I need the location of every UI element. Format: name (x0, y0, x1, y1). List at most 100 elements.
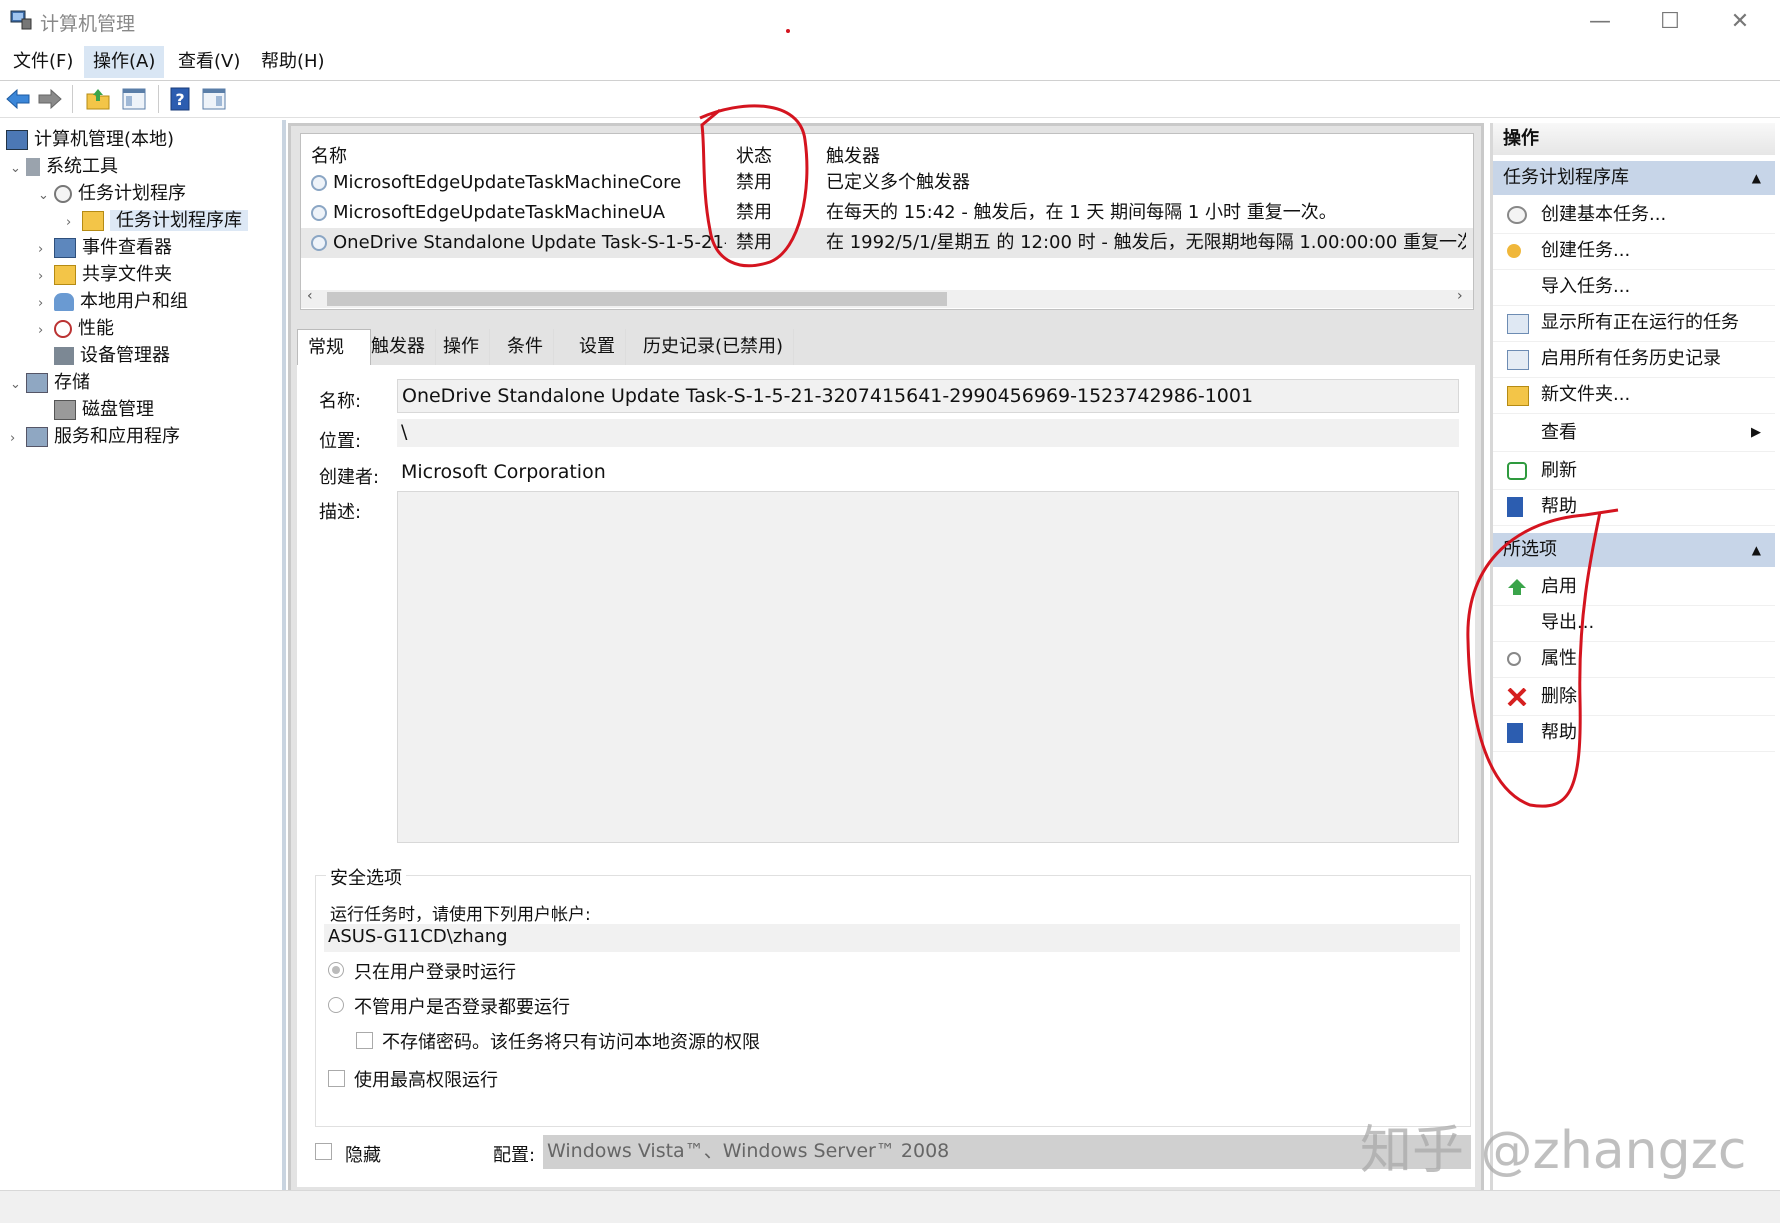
action-enable[interactable]: 启用 (1493, 569, 1775, 606)
action-label: 启用所有任务历史记录 (1541, 348, 1721, 369)
task-row[interactable]: MicrosoftEdgeUpdateTaskMachineUA 禁用 在每天的… (301, 198, 1473, 228)
tree-label: 系统工具 (46, 156, 118, 177)
collapse-icon[interactable]: ▲ (1752, 161, 1761, 195)
close-button[interactable]: ✕ (1710, 6, 1770, 38)
tree-item-storage[interactable]: ⌄ 存储 (10, 369, 90, 396)
task-name-field[interactable]: OneDrive Standalone Update Task-S-1-5-21… (397, 379, 1459, 413)
tree-item-system-tools[interactable]: ⌄ 系统工具 (10, 153, 118, 180)
action-import-task[interactable]: 导入任务... (1493, 269, 1775, 306)
column-header-trigger[interactable]: 触发器 (826, 142, 880, 168)
new-folder-icon (1507, 386, 1529, 406)
menu-action[interactable]: 操作(A) (84, 46, 165, 78)
clock-icon (54, 185, 72, 203)
scrollbar-thumb[interactable] (327, 292, 947, 306)
action-create-task[interactable]: 创建任务... (1493, 233, 1775, 270)
action-label: 查看 (1541, 422, 1577, 443)
scroll-left-icon[interactable]: ‹ (307, 288, 313, 304)
maximize-button[interactable]: ☐ (1640, 6, 1700, 38)
chevron-down-icon[interactable]: ⌄ (10, 155, 26, 182)
tree-label: 本地用户和组 (80, 291, 188, 312)
storage-icon (26, 373, 48, 393)
menu-file[interactable]: 文件(F) (4, 46, 82, 78)
column-header-status[interactable]: 状态 (736, 142, 772, 168)
tree-item-local-users[interactable]: › 本地用户和组 (38, 288, 188, 315)
tree-item-computer-management[interactable]: 计算机管理(本地) (6, 126, 174, 153)
config-select[interactable]: Windows Vista™、Windows Server™ 2008 (543, 1135, 1471, 1169)
navigation-tree: 计算机管理(本地) ⌄ 系统工具 ⌄ 任务计划程序 › 任务计划程序库 › 事件查看器 … (0, 120, 286, 1190)
action-delete[interactable]: 删除 (1493, 679, 1775, 716)
actions-pane: 操作 任务计划程序库 ▲ 创建基本任务... 创建任务... 导入任务... 显示… (1490, 123, 1775, 1190)
show-hide-tree-icon[interactable] (120, 85, 148, 113)
chevron-right-icon[interactable]: › (38, 236, 54, 263)
action-properties[interactable]: 属性 (1493, 641, 1775, 678)
tree-label: 任务计划程序 (78, 183, 186, 204)
tab-actions[interactable]: 操作 (433, 329, 490, 365)
tab-triggers[interactable]: 触发器 (361, 329, 436, 365)
horizontal-scrollbar[interactable]: ‹ › (301, 288, 1473, 308)
hidden-label: 隐藏 (345, 1145, 381, 1166)
action-help[interactable]: 帮助 (1493, 489, 1775, 526)
chevron-right-icon[interactable]: › (10, 425, 26, 452)
chevron-right-icon[interactable]: › (38, 317, 54, 344)
chevron-down-icon[interactable]: ⌄ (38, 182, 54, 209)
chevron-right-icon[interactable]: › (66, 209, 82, 236)
no-password-checkbox[interactable] (356, 1032, 373, 1049)
task-name: OneDrive Standalone Update Task-S-1-5-21… (333, 232, 726, 253)
tree-item-shared-folders[interactable]: › 共享文件夹 (38, 261, 172, 288)
column-header-name[interactable]: 名称 (311, 142, 347, 168)
run-whether-radio[interactable] (328, 997, 344, 1013)
properties-clock-icon (1507, 652, 1521, 666)
back-icon[interactable] (4, 85, 32, 113)
tree-item-services-apps[interactable]: › 服务和应用程序 (10, 423, 180, 450)
task-row[interactable]: MicrosoftEdgeUpdateTaskMachineCore 禁用 已定… (301, 168, 1473, 198)
chevron-down-icon[interactable]: ⌄ (10, 371, 26, 398)
tree-item-disk-management[interactable]: 磁盘管理 (38, 396, 154, 423)
menu-view[interactable]: 查看(V) (169, 46, 249, 78)
location-field[interactable]: \ (397, 419, 1459, 447)
menu-help[interactable]: 帮助(H) (252, 46, 334, 78)
description-label: 描述: (319, 502, 362, 523)
action-refresh[interactable]: 刷新 (1493, 453, 1775, 490)
action-export[interactable]: 导出... (1493, 605, 1775, 642)
action-create-basic-task[interactable]: 创建基本任务... (1493, 197, 1775, 234)
disk-icon (54, 400, 76, 420)
task-name: MicrosoftEdgeUpdateTaskMachineCore (333, 172, 682, 193)
tree-item-device-manager[interactable]: 设备管理器 (38, 342, 170, 369)
tab-general[interactable]: 常规 (297, 329, 371, 366)
tab-conditions[interactable]: 条件 (497, 329, 554, 365)
tab-history[interactable]: 历史记录(已禁用) (633, 329, 795, 365)
tree-label: 任务计划程序库 (110, 210, 248, 231)
action-label: 帮助 (1541, 496, 1577, 517)
action-new-folder[interactable]: 新文件夹... (1493, 377, 1775, 414)
help-icon[interactable]: ? (166, 85, 194, 113)
description-field[interactable] (397, 491, 1459, 843)
library-section-header[interactable]: 任务计划程序库 ▲ (1493, 161, 1775, 195)
highest-privileges-checkbox[interactable] (328, 1070, 345, 1087)
forward-icon[interactable] (36, 85, 64, 113)
minimize-button[interactable]: — (1570, 6, 1630, 38)
action-enable-history[interactable]: 启用所有任务历史记录 (1493, 341, 1775, 378)
hidden-checkbox[interactable] (315, 1143, 332, 1160)
tree-item-task-scheduler-library[interactable]: › 任务计划程序库 (66, 207, 248, 234)
chevron-right-icon[interactable]: › (38, 263, 54, 290)
scroll-right-icon[interactable]: › (1457, 288, 1463, 304)
tree-item-task-scheduler[interactable]: ⌄ 任务计划程序 (38, 180, 186, 207)
up-folder-icon[interactable] (84, 85, 112, 113)
chevron-right-icon[interactable]: › (38, 290, 54, 317)
tree-item-event-viewer[interactable]: › 事件查看器 (38, 234, 172, 261)
tab-settings[interactable]: 设置 (569, 329, 626, 365)
show-action-pane-icon[interactable] (200, 85, 228, 113)
highest-privileges-label: 使用最高权限运行 (354, 1070, 498, 1091)
action-help-selected[interactable]: 帮助 (1493, 715, 1775, 752)
action-view[interactable]: 查看 ▶ (1493, 415, 1775, 452)
author-label: 创建者: (319, 467, 380, 488)
location-label: 位置: (319, 431, 362, 452)
run-logged-on-radio[interactable] (328, 962, 344, 978)
selected-item-section-header[interactable]: 所选项 ▲ (1493, 533, 1775, 567)
delete-x-icon (1507, 688, 1527, 706)
task-row-selected[interactable]: OneDrive Standalone Update Task-S-1-5-21… (301, 228, 1473, 258)
collapse-icon[interactable]: ▲ (1752, 533, 1761, 567)
author-value[interactable]: Microsoft Corporation (401, 461, 606, 483)
action-show-running[interactable]: 显示所有正在运行的任务 (1493, 305, 1775, 342)
tree-item-performance[interactable]: › 性能 (38, 315, 114, 342)
